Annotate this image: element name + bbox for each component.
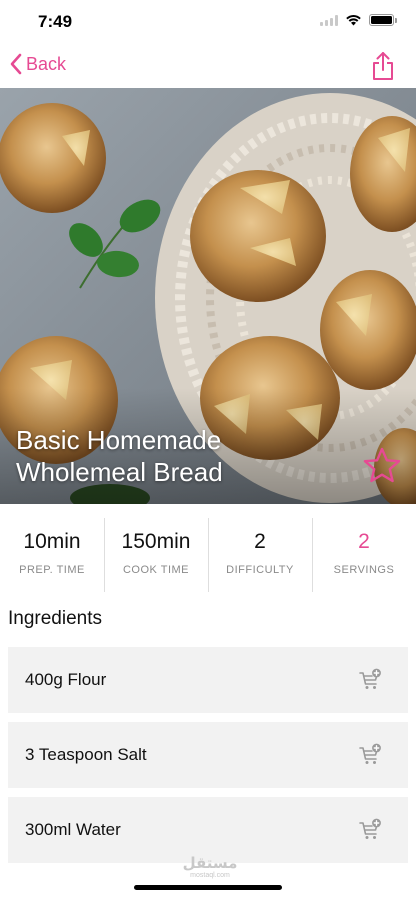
status-time: 7:49 bbox=[38, 12, 73, 31]
stat-value: 2 bbox=[254, 530, 266, 553]
stat-label: SERVINGS bbox=[333, 564, 395, 576]
stat-prep-time: 10min PREP. TIME bbox=[0, 518, 104, 592]
signal-icon bbox=[320, 14, 338, 26]
ingredient-row[interactable]: 400g Flour bbox=[8, 647, 408, 713]
watermark-arabic: مستقل bbox=[182, 855, 238, 872]
home-indicator bbox=[134, 885, 282, 890]
ingredient-row[interactable]: 3 Teaspoon Salt bbox=[8, 722, 408, 788]
stat-difficulty: 2 DIFFICULTY bbox=[208, 518, 312, 592]
share-icon bbox=[373, 52, 393, 80]
share-button[interactable] bbox=[368, 50, 398, 82]
ingredient-label: 3 Teaspoon Salt bbox=[25, 745, 147, 764]
ingredient-label: 400g Flour bbox=[25, 670, 107, 689]
status-icons bbox=[320, 14, 397, 26]
stat-label: PREP. TIME bbox=[19, 564, 85, 576]
favorite-button[interactable] bbox=[362, 446, 402, 486]
ingredient-row[interactable]: 300ml Water bbox=[8, 797, 408, 863]
cart-plus-icon[interactable] bbox=[358, 818, 382, 842]
ingredient-list: 400g Flour 3 Teaspoon Salt 300ml Water bbox=[8, 647, 408, 872]
back-button[interactable]: Back bbox=[10, 53, 66, 75]
status-bar: 7:49 bbox=[0, 0, 416, 44]
battery-icon bbox=[369, 14, 397, 26]
stat-value: 150min bbox=[121, 530, 191, 553]
ingredients-heading: Ingredients bbox=[8, 608, 103, 629]
stat-label: COOK TIME bbox=[122, 564, 190, 576]
ingredient-label: 300ml Water bbox=[25, 820, 121, 839]
chevron-left-icon bbox=[10, 53, 22, 75]
star-outline-icon bbox=[363, 447, 401, 483]
recipe-title: Basic Homemade Wholemeal Bread bbox=[16, 425, 223, 487]
stat-cook-time: 150min COOK TIME bbox=[104, 518, 208, 592]
cart-plus-icon[interactable] bbox=[358, 743, 382, 767]
recipe-stats: 10min PREP. TIME 150min COOK TIME 2 DIFF… bbox=[0, 518, 416, 592]
stat-servings[interactable]: 2 SERVINGS bbox=[312, 518, 416, 592]
watermark-latin: mostaql.com bbox=[190, 872, 230, 879]
navigation-bar: Back bbox=[0, 44, 416, 88]
watermark-logo: مستقل mostaql.com bbox=[180, 856, 240, 880]
stat-label: DIFFICULTY bbox=[226, 564, 294, 576]
cart-plus-icon[interactable] bbox=[358, 668, 382, 692]
wifi-icon bbox=[346, 14, 361, 26]
recipe-hero-image: Basic Homemade Wholemeal Bread bbox=[0, 88, 416, 504]
stat-value: 10min bbox=[23, 530, 81, 553]
stat-value: 2 bbox=[358, 530, 370, 553]
back-label: Back bbox=[26, 53, 67, 74]
